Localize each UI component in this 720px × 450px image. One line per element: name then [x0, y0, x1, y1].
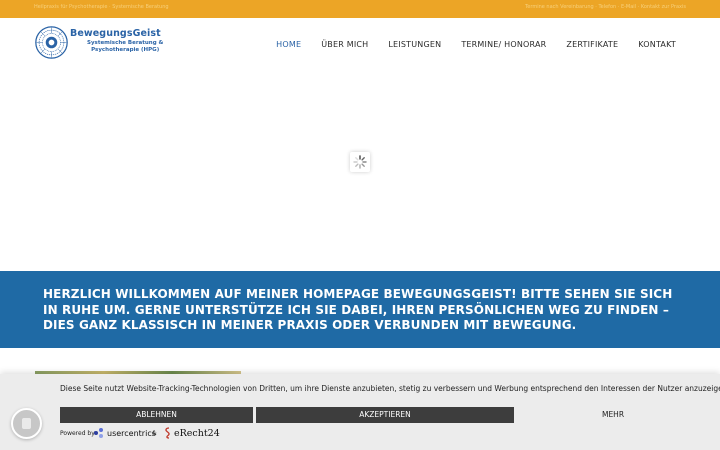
welcome-text: Herzlich Willkommen auf meiner Homepage … — [43, 287, 673, 332]
erecht24-logo[interactable]: eRecht24 — [163, 427, 220, 439]
logo-subtitle-line-2: Psychotherapie (HPG) — [91, 47, 160, 53]
logo-name: BewegungsGeist — [70, 28, 161, 39]
welcome-banner: Herzlich Willkommen auf meiner Homepage … — [0, 271, 720, 348]
more-button[interactable]: MEHR — [518, 407, 708, 423]
top-bar: Heilpraxis für Psychotherapie · Systemis… — [0, 0, 720, 18]
privacy-settings-glyph — [22, 418, 31, 429]
usercentrics-logo[interactable]: usercentrics — [94, 428, 156, 438]
powered-by-label: Powered by — [60, 430, 95, 437]
nav-item-termine-honorar[interactable]: TERMINE/ HONORAR — [461, 40, 546, 49]
logo-subtitle-line-1: Systemische Beratung & — [87, 40, 164, 46]
usercentrics-name: usercentrics — [107, 428, 156, 438]
accept-button[interactable]: AKZEPTIEREN — [256, 407, 514, 423]
usercentrics-dots-icon — [94, 428, 104, 438]
erecht24-paragraph-icon — [165, 427, 170, 439]
loading-spinner-icon — [350, 152, 370, 172]
nav-item-ueber-mich[interactable]: ÜBER MICH — [321, 40, 368, 49]
site-logo[interactable]: BewegungsGeist Systemische Beratung & Ps… — [35, 26, 175, 59]
nav-item-home[interactable]: HOME — [276, 40, 301, 49]
decline-button[interactable]: ABLEHNEN — [60, 407, 253, 423]
main-navigation: HOME ÜBER MICH LEISTUNGEN TERMINE/ HONOR… — [276, 40, 676, 49]
privacy-settings-icon[interactable] — [11, 408, 42, 439]
ampersand: & — [152, 430, 157, 437]
top-bar-right-text[interactable]: Termine nach Vereinbarung · Telefon · E-… — [525, 4, 686, 10]
site-header: BewegungsGeist Systemische Beratung & Ps… — [0, 18, 720, 70]
cookie-message: Diese Seite nutzt Website-Tracking-Techn… — [60, 384, 720, 393]
nav-item-zertifikate[interactable]: ZERTIFIKATE — [566, 40, 618, 49]
erecht24-name: eRecht24 — [174, 427, 220, 439]
cookie-banner: Diese Seite nutzt Website-Tracking-Techn… — [0, 374, 720, 450]
sun-mandala-icon — [35, 26, 68, 59]
top-bar-left-text: Heilpraxis für Psychotherapie · Systemis… — [34, 4, 169, 10]
nav-item-leistungen[interactable]: LEISTUNGEN — [388, 40, 441, 49]
logo-subtitle: Systemische Beratung & Psychotherapie (H… — [87, 40, 163, 54]
nav-item-kontakt[interactable]: KONTAKT — [638, 40, 676, 49]
